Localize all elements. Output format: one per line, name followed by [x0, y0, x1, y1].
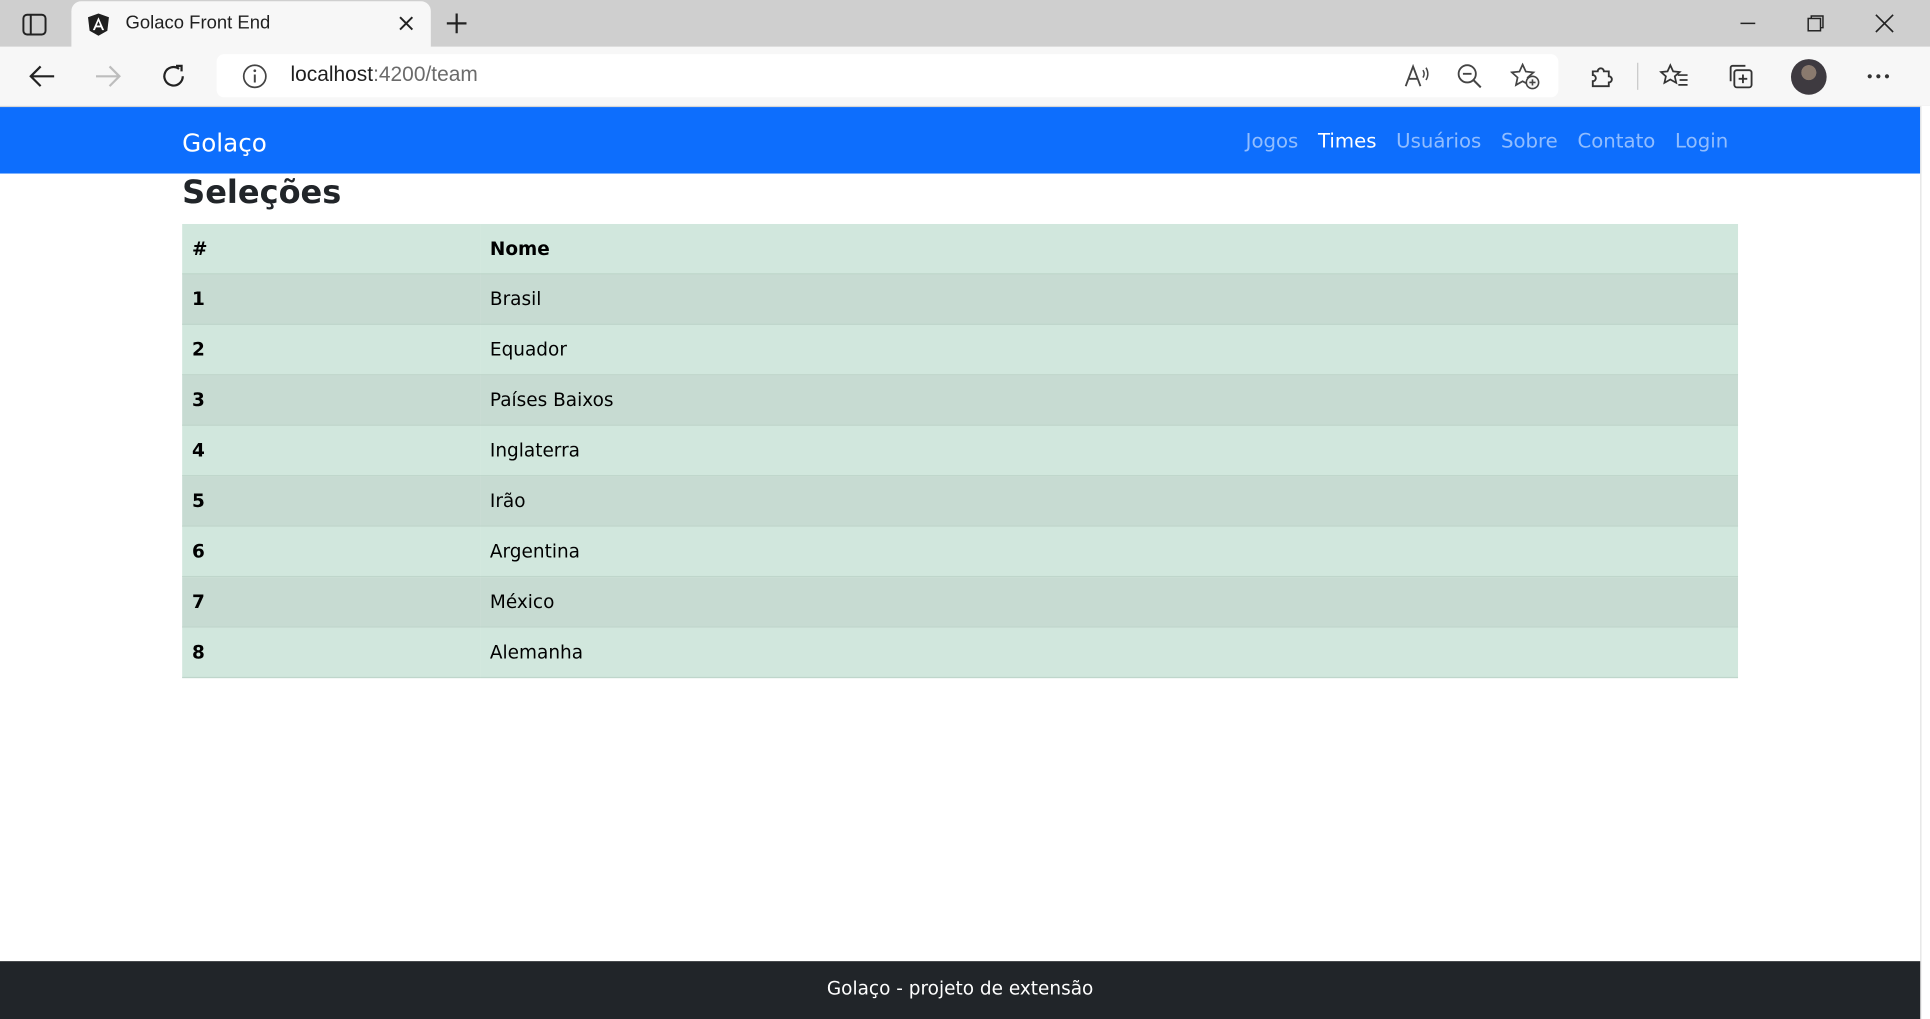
- forward-icon[interactable]: [87, 57, 129, 96]
- page-title: Seleções: [182, 174, 342, 212]
- table-header-row: # Nome: [182, 223, 1739, 275]
- scrollbar-track[interactable]: [1920, 105, 1930, 1019]
- table-row: 1 Brasil: [182, 273, 1739, 325]
- browser-toolbar: localhost:4200/team: [0, 46, 1930, 108]
- favorites-icon[interactable]: [1653, 57, 1695, 96]
- sidebar-icon[interactable]: [17, 10, 51, 40]
- nav-link-jogos[interactable]: Jogos: [1246, 129, 1299, 152]
- zoom-out-icon[interactable]: [1452, 60, 1486, 92]
- nav-links: Jogos Times Usuários Sobre Contato Login: [1226, 129, 1729, 152]
- team-id: 4: [182, 425, 481, 477]
- team-id: 3: [182, 374, 481, 426]
- window-close-icon[interactable]: [1860, 7, 1909, 39]
- team-id: 7: [182, 576, 481, 628]
- table-row: 3 Países Baixos: [182, 374, 1739, 426]
- browser-window: Golaco Front End localhost:4200/team Gol…: [0, 0, 1930, 1019]
- table-row: 8 Alemanha: [182, 627, 1739, 679]
- team-id: 1: [182, 273, 481, 325]
- nav-link-usuarios[interactable]: Usuários: [1396, 129, 1481, 152]
- table-row: 4 Inglaterra: [182, 425, 1739, 477]
- angular-icon: [86, 12, 111, 37]
- browser-tab[interactable]: Golaco Front End: [71, 1, 431, 48]
- table-row: 6 Argentina: [182, 526, 1739, 578]
- info-icon[interactable]: [241, 63, 268, 90]
- team-name: Brasil: [480, 273, 1739, 325]
- team-name: Equador: [480, 324, 1739, 376]
- close-icon[interactable]: [394, 11, 419, 36]
- table-row: 7 México: [182, 576, 1739, 628]
- column-header-name: Nome: [480, 223, 1739, 275]
- table-row: 5 Irão: [182, 475, 1739, 527]
- collections-icon[interactable]: [1720, 57, 1762, 96]
- url-host: localhost: [290, 62, 374, 87]
- team-id: 5: [182, 475, 481, 527]
- add-favorite-icon[interactable]: [1508, 60, 1542, 92]
- team-name: Argentina: [480, 526, 1739, 578]
- more-icon[interactable]: [1857, 57, 1899, 96]
- teams-table: # Nome 1 Brasil 2 Equador 3 Países Baixos 4…: [182, 223, 1739, 679]
- team-id: 6: [182, 526, 481, 578]
- page-footer: Golaço - projeto de extensão: [0, 961, 1921, 1019]
- restore-icon[interactable]: [1791, 7, 1840, 39]
- nav-link-sobre[interactable]: Sobre: [1501, 129, 1558, 152]
- team-name: Alemanha: [480, 627, 1739, 679]
- team-name: Irão: [480, 475, 1739, 527]
- extensions-icon[interactable]: [1580, 57, 1622, 96]
- app-navbar: Golaço Jogos Times Usuários Sobre Contat…: [0, 107, 1921, 174]
- nav-link-times[interactable]: Times: [1318, 129, 1376, 152]
- back-icon[interactable]: [21, 57, 63, 96]
- refresh-icon[interactable]: [153, 57, 195, 96]
- team-id: 2: [182, 324, 481, 376]
- column-header-id: #: [182, 223, 481, 275]
- team-name: Países Baixos: [480, 374, 1739, 426]
- nav-link-contato[interactable]: Contato: [1577, 129, 1655, 152]
- team-id: 8: [182, 627, 481, 679]
- team-name: Inglaterra: [480, 425, 1739, 477]
- minimize-icon[interactable]: [1723, 7, 1772, 39]
- tab-title: Golaco Front End: [125, 12, 271, 34]
- table-row: 2 Equador: [182, 324, 1739, 376]
- plus-icon[interactable]: [441, 7, 473, 39]
- address-bar[interactable]: localhost:4200/team: [216, 54, 1559, 98]
- brand-link[interactable]: Golaço: [182, 128, 267, 158]
- footer-text: Golaço - projeto de extensão: [826, 977, 1094, 1000]
- team-name: México: [480, 576, 1739, 628]
- profile-avatar[interactable]: [1790, 59, 1827, 95]
- tab-strip: Golaco Front End: [0, 0, 1930, 48]
- toolbar-separator: [1637, 62, 1639, 90]
- url-text[interactable]: localhost:4200/team: [290, 63, 477, 88]
- read-aloud-icon[interactable]: [1400, 60, 1434, 92]
- url-path: :4200/team: [373, 62, 478, 87]
- nav-link-login[interactable]: Login: [1675, 129, 1728, 152]
